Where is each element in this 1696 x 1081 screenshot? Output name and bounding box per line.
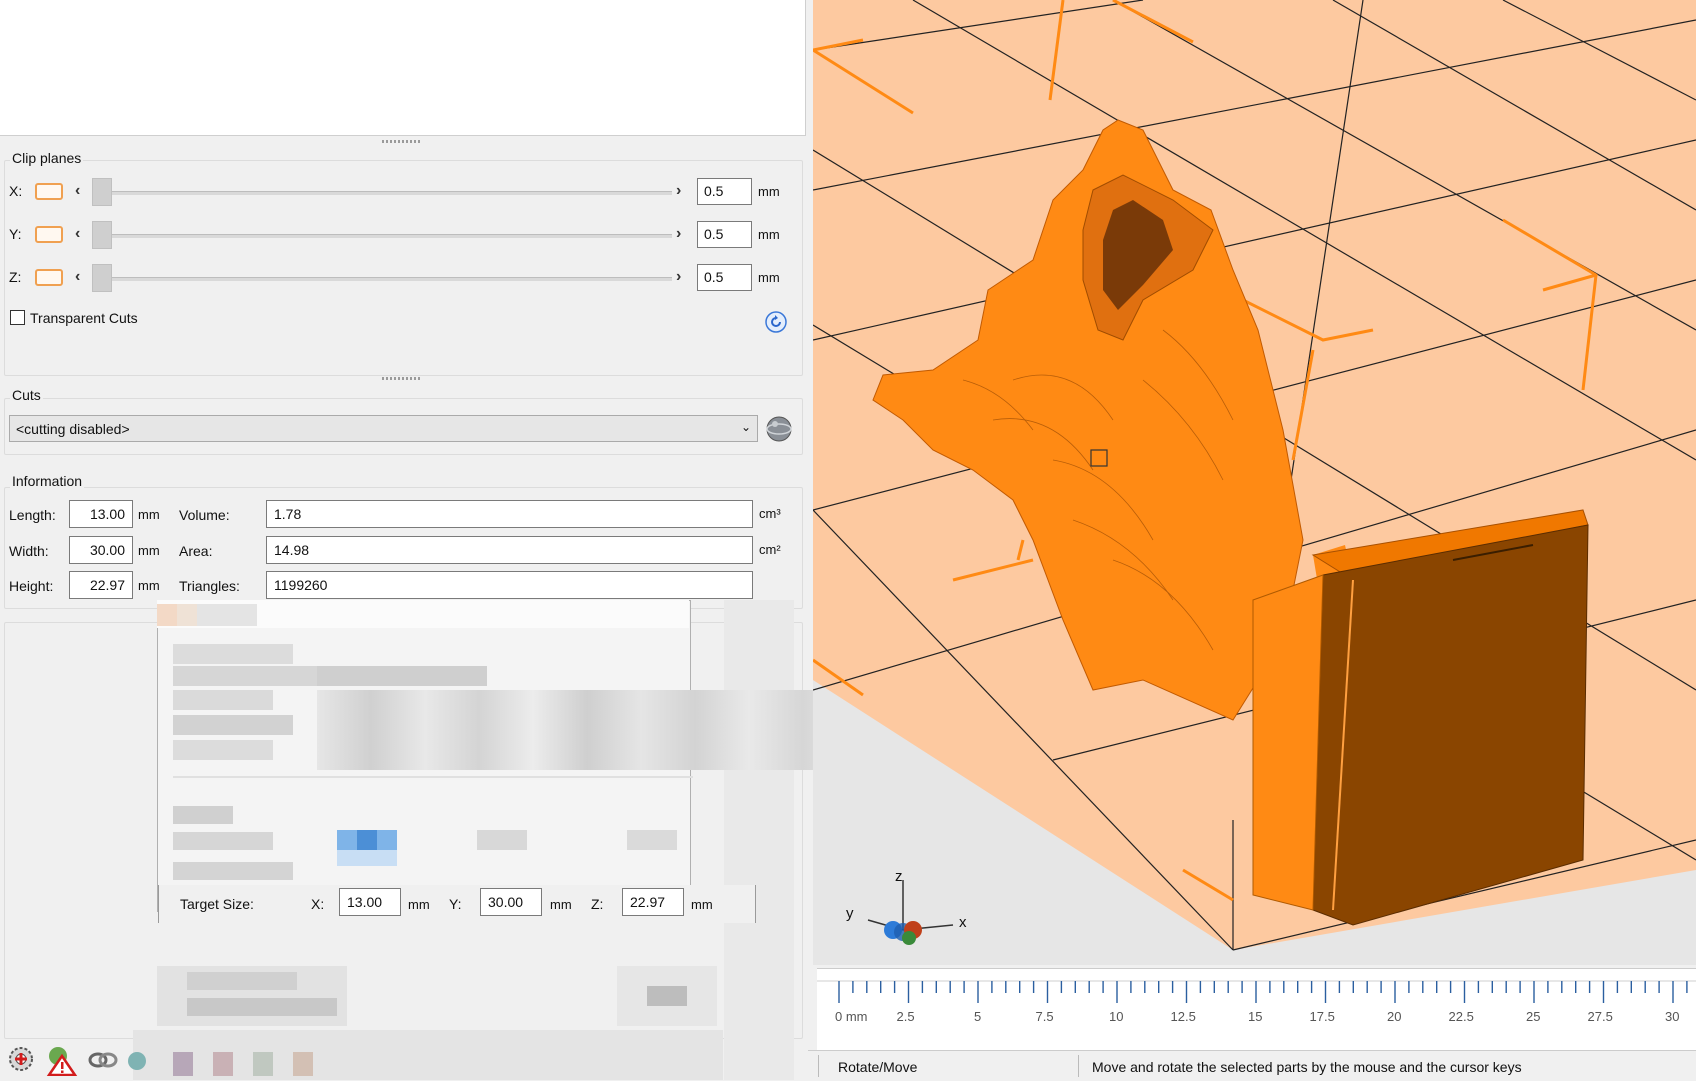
length-label: Length: bbox=[9, 507, 56, 523]
height-label: Height: bbox=[9, 578, 54, 594]
ruler-tick-label: 10 bbox=[1109, 1009, 1124, 1024]
chevron-down-icon: ⌄ bbox=[740, 420, 751, 434]
warning-icon[interactable] bbox=[46, 1044, 78, 1077]
reset-clip-icon[interactable] bbox=[765, 311, 787, 333]
clip-planes-title: Clip planes bbox=[10, 150, 84, 166]
target-y-label: Y: bbox=[449, 896, 462, 912]
ruler-tick-label: 12.5 bbox=[1170, 1009, 1196, 1024]
ruler: 0 mm 2.5 5 7.5 10 12.5 15 17.5 20 22.5 25 27.5 30 bbox=[817, 968, 1696, 1051]
clip-x-value-input[interactable]: 0.5 bbox=[697, 178, 752, 205]
clip-y-slider-thumb[interactable] bbox=[92, 221, 112, 249]
clip-x-slider-track[interactable] bbox=[92, 191, 672, 195]
clip-z-toggle-button[interactable] bbox=[35, 269, 63, 286]
clip-y-toggle-button[interactable] bbox=[35, 226, 63, 243]
target-z-field[interactable]: 22.97 bbox=[622, 888, 684, 916]
status-mode: Rotate/Move bbox=[838, 1059, 918, 1075]
target-x-field[interactable]: 13.00 bbox=[339, 888, 401, 916]
height-field[interactable]: 22.97 bbox=[69, 571, 133, 599]
ruler-tick-label: 20 bbox=[1387, 1009, 1402, 1024]
cuts-select[interactable]: <cutting disabled> ⌄ bbox=[9, 415, 758, 442]
clip-z-label: Z: bbox=[9, 269, 22, 285]
ruler-tick-label: 22.5 bbox=[1448, 1009, 1474, 1024]
target-size-label: Target Size: bbox=[180, 896, 254, 912]
pixelated-dialog bbox=[133, 600, 857, 1080]
left-panel: Clip planes X: ‹ › 0.5 mm Y: ‹ › 0.5 mm … bbox=[0, 0, 857, 1080]
ruler-tick-label: 27.5 bbox=[1587, 1009, 1613, 1024]
target-y-field[interactable]: 30.00 bbox=[480, 888, 542, 916]
clip-y-label: Y: bbox=[9, 226, 22, 242]
viewport-scene bbox=[813, 0, 1696, 965]
gear-add-icon[interactable] bbox=[6, 1044, 36, 1074]
target-z-unit: mm bbox=[691, 897, 713, 912]
clip-y-increase-arrow-icon[interactable]: › bbox=[676, 225, 681, 243]
clip-x-decrease-arrow-icon[interactable]: ‹ bbox=[75, 182, 80, 200]
status-bar: Rotate/Move Move and rotate the selected… bbox=[808, 1050, 1696, 1081]
axis-z-label: z bbox=[895, 868, 903, 885]
clip-z-slider-thumb[interactable] bbox=[92, 264, 112, 292]
target-x-label: X: bbox=[311, 896, 325, 912]
clip-y-slider-track[interactable] bbox=[92, 234, 672, 238]
cuts-select-value: <cutting disabled> bbox=[16, 421, 130, 437]
width-label: Width: bbox=[9, 543, 49, 559]
target-y-unit: mm bbox=[550, 897, 572, 912]
clip-z-slider-track[interactable] bbox=[92, 277, 672, 281]
ruler-tick-label: 25 bbox=[1526, 1009, 1541, 1024]
clip-z-value-input[interactable]: 0.5 bbox=[697, 264, 752, 291]
axis-x-label: x bbox=[959, 914, 967, 931]
volume-label: Volume: bbox=[179, 507, 230, 523]
ruler-tick-label: 15 bbox=[1248, 1009, 1263, 1024]
height-unit: mm bbox=[138, 578, 160, 593]
cuts-title: Cuts bbox=[10, 387, 43, 403]
length-unit: mm bbox=[138, 507, 160, 522]
clip-x-increase-arrow-icon[interactable]: › bbox=[676, 182, 681, 200]
axis-y-label: y bbox=[846, 905, 854, 922]
length-field[interactable]: 13.00 bbox=[69, 500, 133, 528]
link-icon[interactable] bbox=[88, 1046, 118, 1074]
clip-y-decrease-arrow-icon[interactable]: ‹ bbox=[75, 225, 80, 243]
splitter-grip[interactable] bbox=[382, 140, 422, 143]
ruler-tick-label: 0 mm bbox=[835, 1009, 868, 1024]
triangles-label: Triangles: bbox=[179, 578, 240, 594]
area-unit: cm² bbox=[759, 542, 781, 557]
width-unit: mm bbox=[138, 543, 160, 558]
clip-y-unit: mm bbox=[758, 227, 780, 242]
cut-sphere-icon[interactable] bbox=[764, 414, 794, 444]
target-z-label: Z: bbox=[591, 896, 604, 912]
transparent-cuts-checkbox[interactable] bbox=[10, 310, 25, 325]
area-field[interactable]: 14.98 bbox=[266, 536, 753, 564]
status-hint: Move and rotate the selected parts by th… bbox=[1092, 1059, 1522, 1075]
clip-z-decrease-arrow-icon[interactable]: ‹ bbox=[75, 268, 80, 286]
ruler-tick-label: 7.5 bbox=[1035, 1009, 1054, 1024]
ruler-tick-label: 5 bbox=[974, 1009, 982, 1024]
clip-x-label: X: bbox=[9, 183, 23, 199]
3d-viewport[interactable]: z x y bbox=[813, 0, 1696, 965]
clip-z-unit: mm bbox=[758, 270, 780, 285]
clip-y-value-input[interactable]: 0.5 bbox=[697, 221, 752, 248]
tool-icon[interactable] bbox=[127, 1048, 147, 1074]
clip-z-increase-arrow-icon[interactable]: › bbox=[676, 268, 681, 286]
splitter-grip-2[interactable] bbox=[382, 377, 422, 380]
parts-list-area[interactable] bbox=[0, 0, 806, 136]
triangles-field[interactable]: 1199260 bbox=[266, 571, 753, 599]
volume-field[interactable]: 1.78 bbox=[266, 500, 753, 528]
ruler-tick-label: 2.5 bbox=[896, 1009, 915, 1024]
clip-x-unit: mm bbox=[758, 184, 780, 199]
ruler-tick-label: 17.5 bbox=[1309, 1009, 1335, 1024]
volume-unit: cm³ bbox=[759, 506, 781, 521]
information-title: Information bbox=[10, 473, 85, 489]
clip-x-slider-thumb[interactable] bbox=[92, 178, 112, 206]
width-field[interactable]: 30.00 bbox=[69, 536, 133, 564]
area-label: Area: bbox=[179, 543, 213, 559]
transparent-cuts-label: Transparent Cuts bbox=[30, 310, 138, 326]
clip-x-toggle-button[interactable] bbox=[35, 183, 63, 200]
target-x-unit: mm bbox=[408, 897, 430, 912]
ruler-tick-label: 30 bbox=[1665, 1009, 1680, 1024]
